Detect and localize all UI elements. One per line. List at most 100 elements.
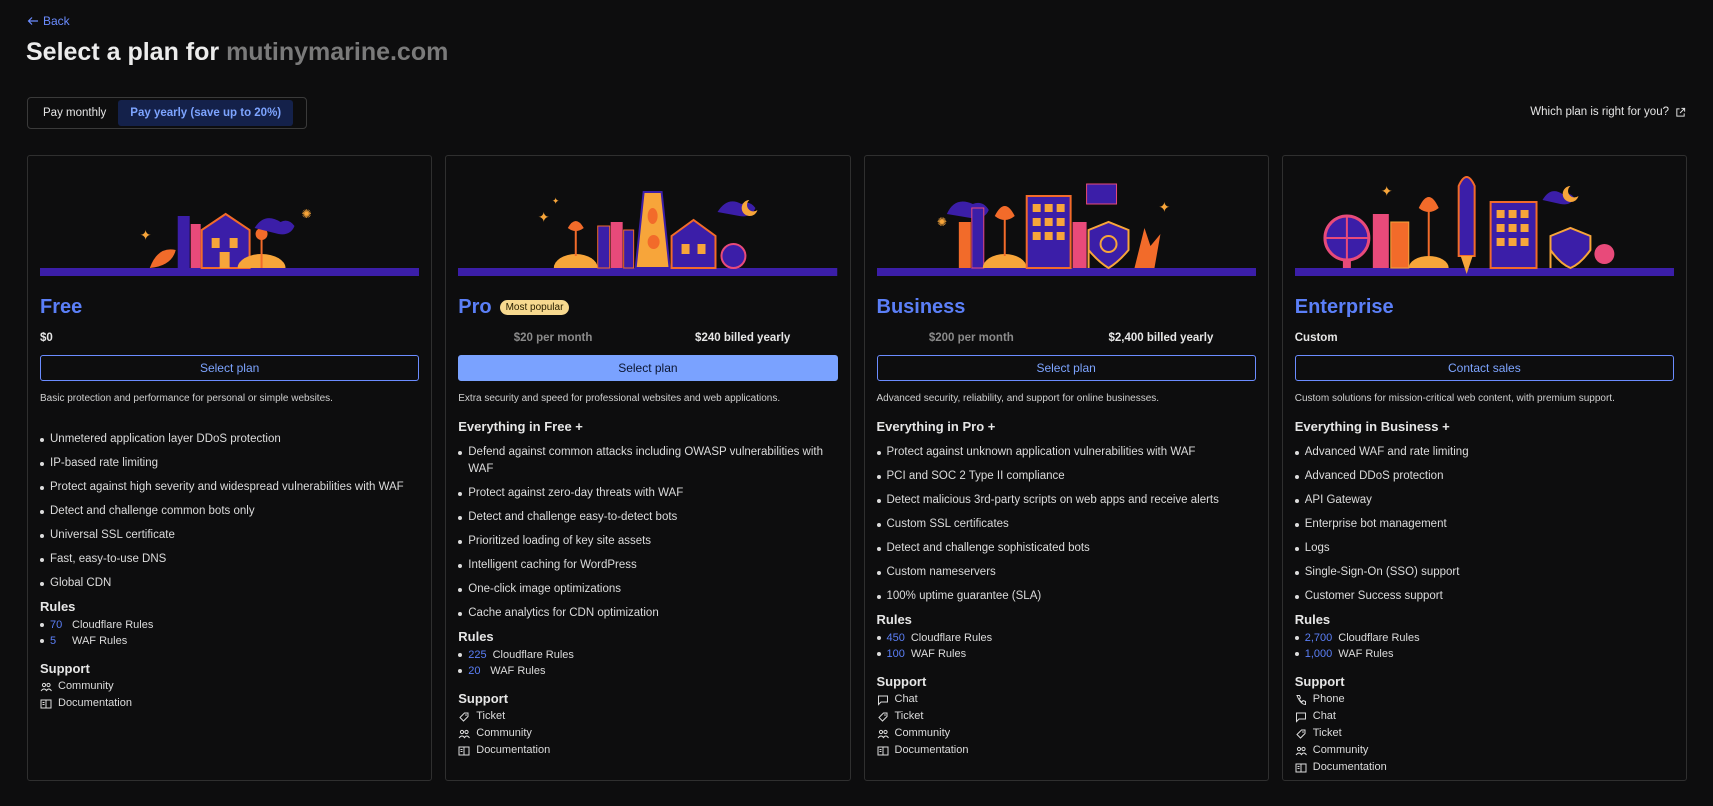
select-plan-button[interactable]: Select plan <box>876 355 1256 381</box>
support-item: Documentation <box>1295 759 1674 776</box>
documentation-icon <box>1295 763 1307 772</box>
support-item: Community <box>40 678 419 695</box>
support-item: Community <box>1295 742 1674 759</box>
list-item: Custom nameservers <box>876 564 1256 581</box>
list-item: Detect and challenge common bots only <box>40 503 419 520</box>
support-item: Documentation <box>40 695 419 712</box>
list-item: One-click image optimizations <box>458 581 837 598</box>
plan-description: Extra security and speed for professiona… <box>458 393 781 404</box>
plan-price: $0 <box>40 327 419 349</box>
billing-toggle: Pay monthly Pay yearly (save up to 20%) <box>27 97 307 129</box>
list-item: Intelligent caching for WordPress <box>458 557 837 574</box>
price-text: Custom <box>1294 332 1338 344</box>
plan-name-text: Free <box>40 295 83 318</box>
list-item: Customer Success support <box>1294 588 1674 605</box>
support-title: Support <box>1294 674 1345 689</box>
support-label: Community <box>894 727 951 739</box>
rule-count[interactable]: 1,000 <box>1305 646 1333 662</box>
rules-list: 225 Cloudflare Rules 20 WAF Rules <box>458 647 837 679</box>
support-label: Chat <box>894 693 918 705</box>
list-item: Detect and challenge easy-to-detect bots <box>458 509 837 526</box>
support-item: Ticket <box>877 708 1256 725</box>
support-item: Chat <box>877 691 1256 708</box>
back-label: Back <box>43 14 70 28</box>
rule-item: 1,000 WAF Rules <box>1294 646 1674 662</box>
plan-cards: ✦ ✺ Free $0 Select plan Basic protection… <box>27 155 1687 781</box>
back-link[interactable]: Back <box>27 14 70 28</box>
contact-sales-button[interactable]: Contact sales <box>1294 355 1674 381</box>
support-item: Ticket <box>1295 725 1674 742</box>
rule-count[interactable]: 70 <box>50 617 66 633</box>
phone-icon <box>1296 694 1306 705</box>
list-item: API Gateway <box>1294 492 1674 509</box>
everything-in-title: Everything in Business + <box>1294 419 1450 434</box>
plan-card-free: ✦ ✺ Free $0 Select plan Basic protection… <box>27 155 433 781</box>
plan-name: Business <box>877 294 1256 320</box>
documentation-icon <box>40 699 52 708</box>
list-item: Universal SSL certificate <box>40 527 419 544</box>
rule-label: WAF Rules <box>72 635 128 647</box>
rule-count[interactable]: 225 <box>468 647 486 663</box>
rule-count[interactable]: 450 <box>887 630 905 646</box>
everything-in-title: Everything in Free + <box>458 419 583 434</box>
list-item: Defend against common attacks including … <box>458 444 837 478</box>
support-list: Community Documentation <box>40 678 419 712</box>
list-item: Detect and challenge sophisticated bots <box>876 540 1256 557</box>
plan-price: $20 per month $240 billed yearly <box>458 327 837 349</box>
list-item: Fast, easy-to-use DNS <box>40 551 419 568</box>
pay-monthly-option[interactable]: Pay monthly <box>31 100 118 126</box>
plan-description: Basic protection and performance for per… <box>40 393 333 404</box>
community-icon <box>40 682 52 691</box>
list-item: 100% uptime guarantee (SLA) <box>876 588 1256 605</box>
arrow-left-icon <box>27 17 38 25</box>
plan-illustration-free: ✦ ✺ <box>40 156 420 286</box>
rule-label: WAF Rules <box>1338 648 1394 660</box>
select-plan-button[interactable]: Select plan <box>40 355 420 381</box>
price-yearly: $240 billed yearly <box>695 332 791 344</box>
plan-card-enterprise: ✦ Enterprise Custom Contact sales Custom… <box>1281 155 1687 781</box>
select-plan-button[interactable]: Select plan <box>458 355 838 381</box>
rule-item: 450 Cloudflare Rules <box>876 630 1256 646</box>
support-label: Ticket <box>1312 727 1342 739</box>
rule-count[interactable]: 20 <box>468 663 484 679</box>
rule-count[interactable]: 100 <box>887 646 905 662</box>
rule-count[interactable]: 5 <box>50 633 66 649</box>
support-label: Ticket <box>476 710 506 722</box>
list-item: Advanced WAF and rate limiting <box>1294 444 1674 461</box>
support-label: Phone <box>1312 693 1345 705</box>
ticket-icon <box>1296 729 1306 739</box>
support-item: Documentation <box>877 742 1256 759</box>
rules-list: 450 Cloudflare Rules 100 WAF Rules <box>876 630 1256 662</box>
list-item: Custom SSL certificates <box>876 516 1256 533</box>
svg-text:✺: ✺ <box>301 207 311 221</box>
page-title: Select a plan for mutinymarine.com <box>26 38 448 67</box>
rules-title: Rules <box>40 599 76 614</box>
list-item: Enterprise bot management <box>1294 516 1674 533</box>
plan-help-link[interactable]: Which plan is right for you? <box>1530 106 1686 118</box>
ticket-icon <box>459 712 469 722</box>
pay-yearly-option[interactable]: Pay yearly (save up to 20%) <box>118 100 294 126</box>
external-link-icon <box>1676 107 1686 117</box>
support-label: Documentation <box>58 697 132 709</box>
support-item: Community <box>877 725 1256 742</box>
plan-illustration-pro: ✦ ✦ <box>458 156 838 286</box>
plan-name: Enterprise <box>1295 294 1674 320</box>
plan-name-text: Pro <box>458 295 492 318</box>
support-list: Chat Ticket Community Documentation <box>877 691 1256 759</box>
support-item: Chat <box>1295 708 1674 725</box>
list-item: Protect against unknown application vuln… <box>876 444 1256 461</box>
rule-count[interactable]: 2,700 <box>1305 630 1333 646</box>
plan-illustration-enterprise: ✦ <box>1294 156 1674 286</box>
rule-item: 5 WAF Rules <box>40 633 419 649</box>
rule-label: Cloudflare Rules <box>1338 632 1420 644</box>
rules-title: Rules <box>458 629 494 644</box>
rule-item: 2,700 Cloudflare Rules <box>1294 630 1674 646</box>
list-item: Protect against zero-day threats with WA… <box>458 485 837 502</box>
most-popular-badge: Most popular <box>499 299 570 315</box>
support-label: Community <box>476 727 532 739</box>
svg-text:✺: ✺ <box>936 215 946 229</box>
rules-list: 2,700 Cloudflare Rules 1,000 WAF Rules <box>1294 630 1674 662</box>
plan-help-label: Which plan is right for you? <box>1530 106 1669 118</box>
rule-label: WAF Rules <box>910 648 967 660</box>
community-icon <box>1295 746 1307 755</box>
